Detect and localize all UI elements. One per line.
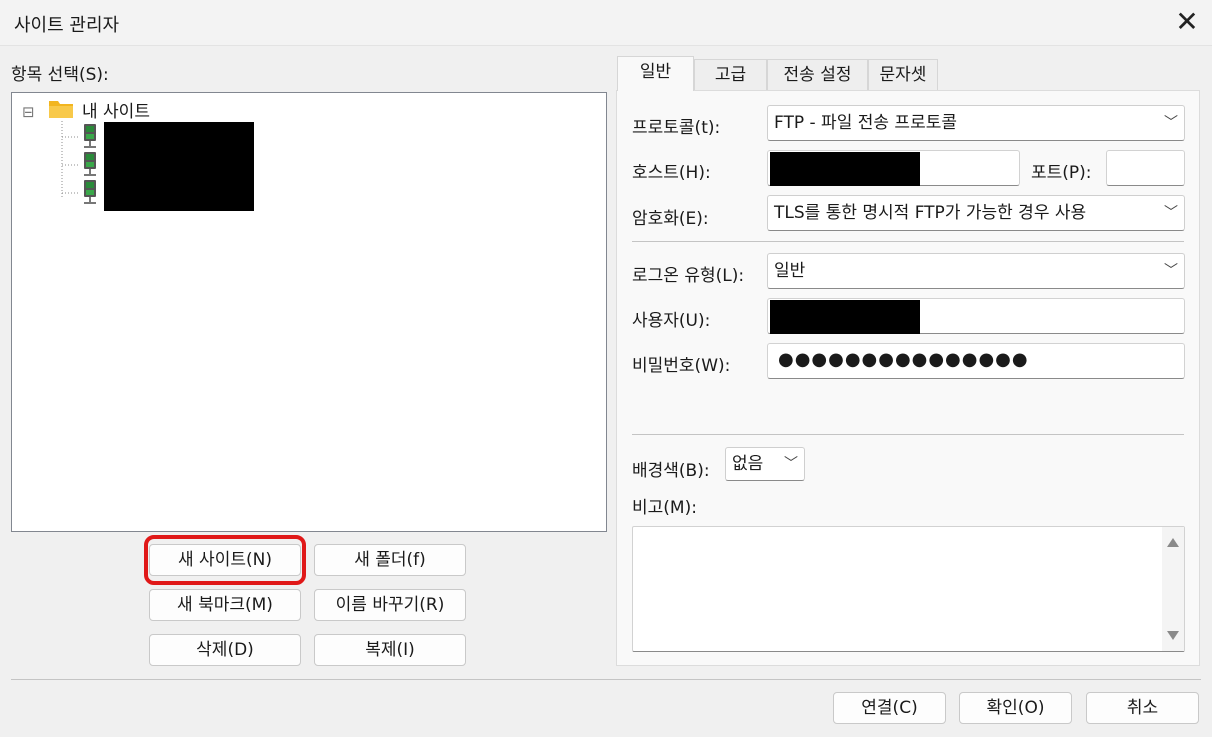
new-bookmark-button[interactable]: 새 북마크(M): [149, 589, 301, 621]
window-title: 사이트 관리자: [14, 15, 120, 36]
encryption-select[interactable]: TLS를 통한 명시적 FTP가 가능한 경우 사용 ﹀: [767, 195, 1185, 231]
chevron-down-icon: ﹀: [1164, 205, 1178, 221]
chevron-down-icon: ﹀: [784, 456, 798, 472]
duplicate-button[interactable]: 복제(I): [314, 634, 466, 666]
password-input[interactable]: ●●●●●●●●●●●●●●●: [767, 343, 1185, 379]
user-input[interactable]: [767, 298, 1185, 334]
encryption-label: 암호화(E):: [632, 209, 709, 229]
comments-textarea[interactable]: [632, 526, 1185, 652]
user-label: 사용자(U):: [632, 311, 711, 331]
host-label: 호스트(H):: [632, 163, 711, 183]
tree-label: 항목 선택(S):: [11, 65, 109, 85]
protocol-label: 프로토콜(t):: [632, 118, 721, 138]
title-bar: [0, 0, 1212, 46]
delete-button[interactable]: 삭제(D): [149, 634, 301, 666]
divider: [632, 434, 1184, 435]
password-label: 비밀번호(W):: [632, 356, 731, 376]
bgcolor-label: 배경색(B):: [632, 461, 710, 481]
server-icon[interactable]: [80, 123, 100, 149]
tab-advanced[interactable]: 고급: [694, 59, 767, 91]
folder-icon: [49, 101, 73, 118]
logon-type-label: 로그온 유형(L):: [632, 266, 745, 286]
scroll-up-icon[interactable]: [1167, 537, 1179, 547]
tab-general[interactable]: 일반: [617, 56, 694, 91]
rename-button[interactable]: 이름 바꾸기(R): [314, 589, 466, 621]
collapse-icon[interactable]: ⊟: [22, 103, 35, 121]
site-tree[interactable]: ⊟ 내 사이트: [11, 92, 607, 532]
protocol-select[interactable]: FTP - 파일 전송 프로토콜 ﹀: [767, 105, 1185, 141]
close-icon[interactable]: ✕: [1172, 8, 1202, 38]
tree-lines: [61, 121, 80, 197]
chevron-down-icon: ﹀: [1164, 263, 1178, 279]
footer-divider: [11, 679, 1201, 680]
comments-scrollbar[interactable]: [1162, 527, 1184, 651]
new-folder-button[interactable]: 새 폴더(f): [314, 544, 466, 576]
redacted-site-names: [104, 122, 254, 211]
password-masked: ●●●●●●●●●●●●●●●: [778, 349, 1029, 370]
tab-transfer-settings[interactable]: 전송 설정: [767, 59, 868, 91]
chevron-down-icon: ﹀: [1164, 115, 1178, 131]
scroll-down-icon[interactable]: [1167, 631, 1179, 641]
tab-charset[interactable]: 문자셋: [868, 59, 938, 91]
protocol-value: FTP - 파일 전송 프로토콜: [774, 113, 957, 133]
logon-type-value: 일반: [774, 261, 806, 281]
redacted-user: [770, 300, 920, 334]
redacted-host: [770, 152, 920, 186]
tree-root-label[interactable]: 내 사이트: [82, 97, 150, 122]
connect-button[interactable]: 연결(C): [833, 692, 946, 724]
bgcolor-select[interactable]: 없음 ﹀: [725, 447, 805, 481]
server-icon[interactable]: [80, 151, 100, 177]
cancel-button[interactable]: 취소: [1086, 692, 1199, 724]
ok-button[interactable]: 확인(O): [959, 692, 1072, 724]
server-icon[interactable]: [80, 179, 100, 205]
logon-type-select[interactable]: 일반 ﹀: [767, 253, 1185, 289]
comments-label: 비고(M):: [632, 498, 697, 518]
bgcolor-value: 없음: [732, 454, 764, 474]
host-input[interactable]: [767, 150, 1020, 186]
divider: [632, 241, 1184, 242]
encryption-value: TLS를 통한 명시적 FTP가 가능한 경우 사용: [774, 203, 1087, 223]
new-site-button[interactable]: 새 사이트(N): [149, 544, 301, 576]
port-input[interactable]: [1106, 150, 1185, 186]
port-label: 포트(P):: [1031, 163, 1092, 183]
